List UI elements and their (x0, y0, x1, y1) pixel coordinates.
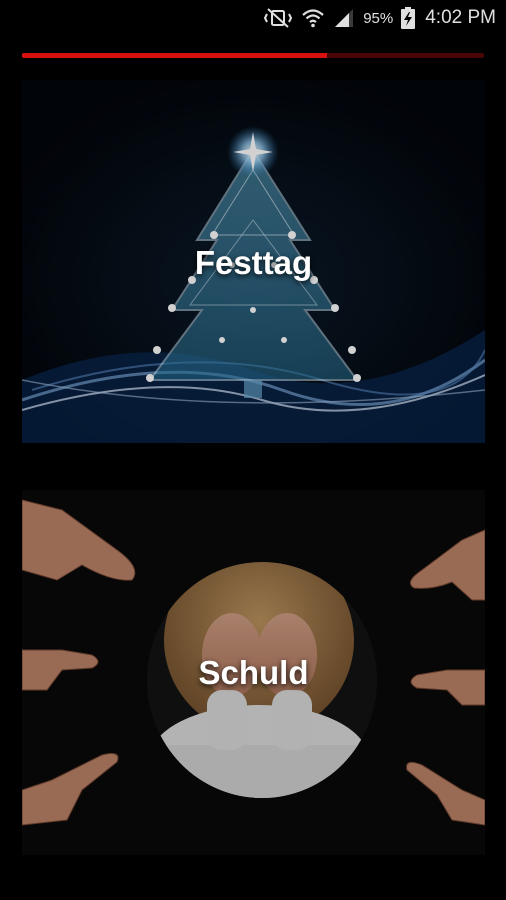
wifi-icon (301, 8, 325, 28)
category-card-schuld[interactable]: Schuld (22, 490, 485, 855)
vibrate-mute-icon (263, 8, 293, 28)
battery-percent: 95% (363, 9, 394, 27)
card-label-festtag: Festtag (194, 244, 313, 281)
card-label-schuld: Schuld (198, 654, 309, 691)
signal-icon (333, 8, 355, 28)
status-bar: 95% 4:02 PM (0, 0, 506, 36)
progress-fill (22, 53, 327, 58)
category-card-festtag[interactable]: Festtag (22, 80, 485, 443)
progress-bar (22, 53, 484, 58)
app-screen: 95% 4:02 PM Festtag Schuld (0, 0, 506, 900)
battery-charging-icon (401, 7, 416, 29)
clock: 4:02 PM (425, 7, 496, 28)
